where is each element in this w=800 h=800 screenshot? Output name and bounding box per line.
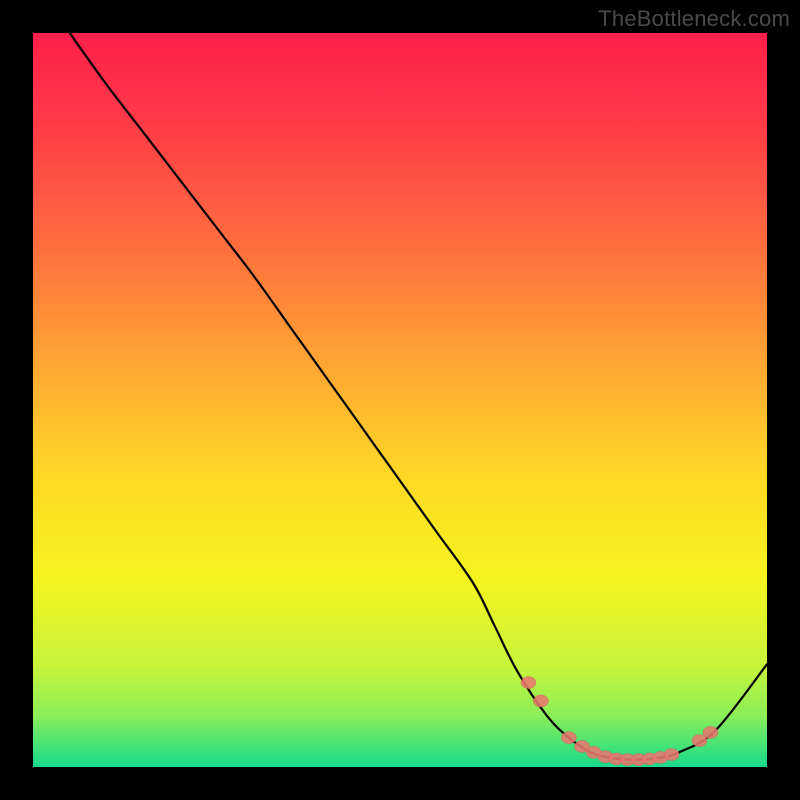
plot-area [33, 33, 767, 767]
highlight-dot [703, 727, 718, 739]
highlight-dot [561, 732, 576, 744]
chart-frame: TheBottleneck.com [0, 0, 800, 800]
highlight-dot [521, 677, 536, 689]
highlight-dot [533, 695, 548, 707]
watermark-text: TheBottleneck.com [598, 6, 790, 32]
highlight-dot [664, 749, 679, 761]
bottleneck-curve [70, 33, 767, 760]
curve-layer [33, 33, 767, 767]
